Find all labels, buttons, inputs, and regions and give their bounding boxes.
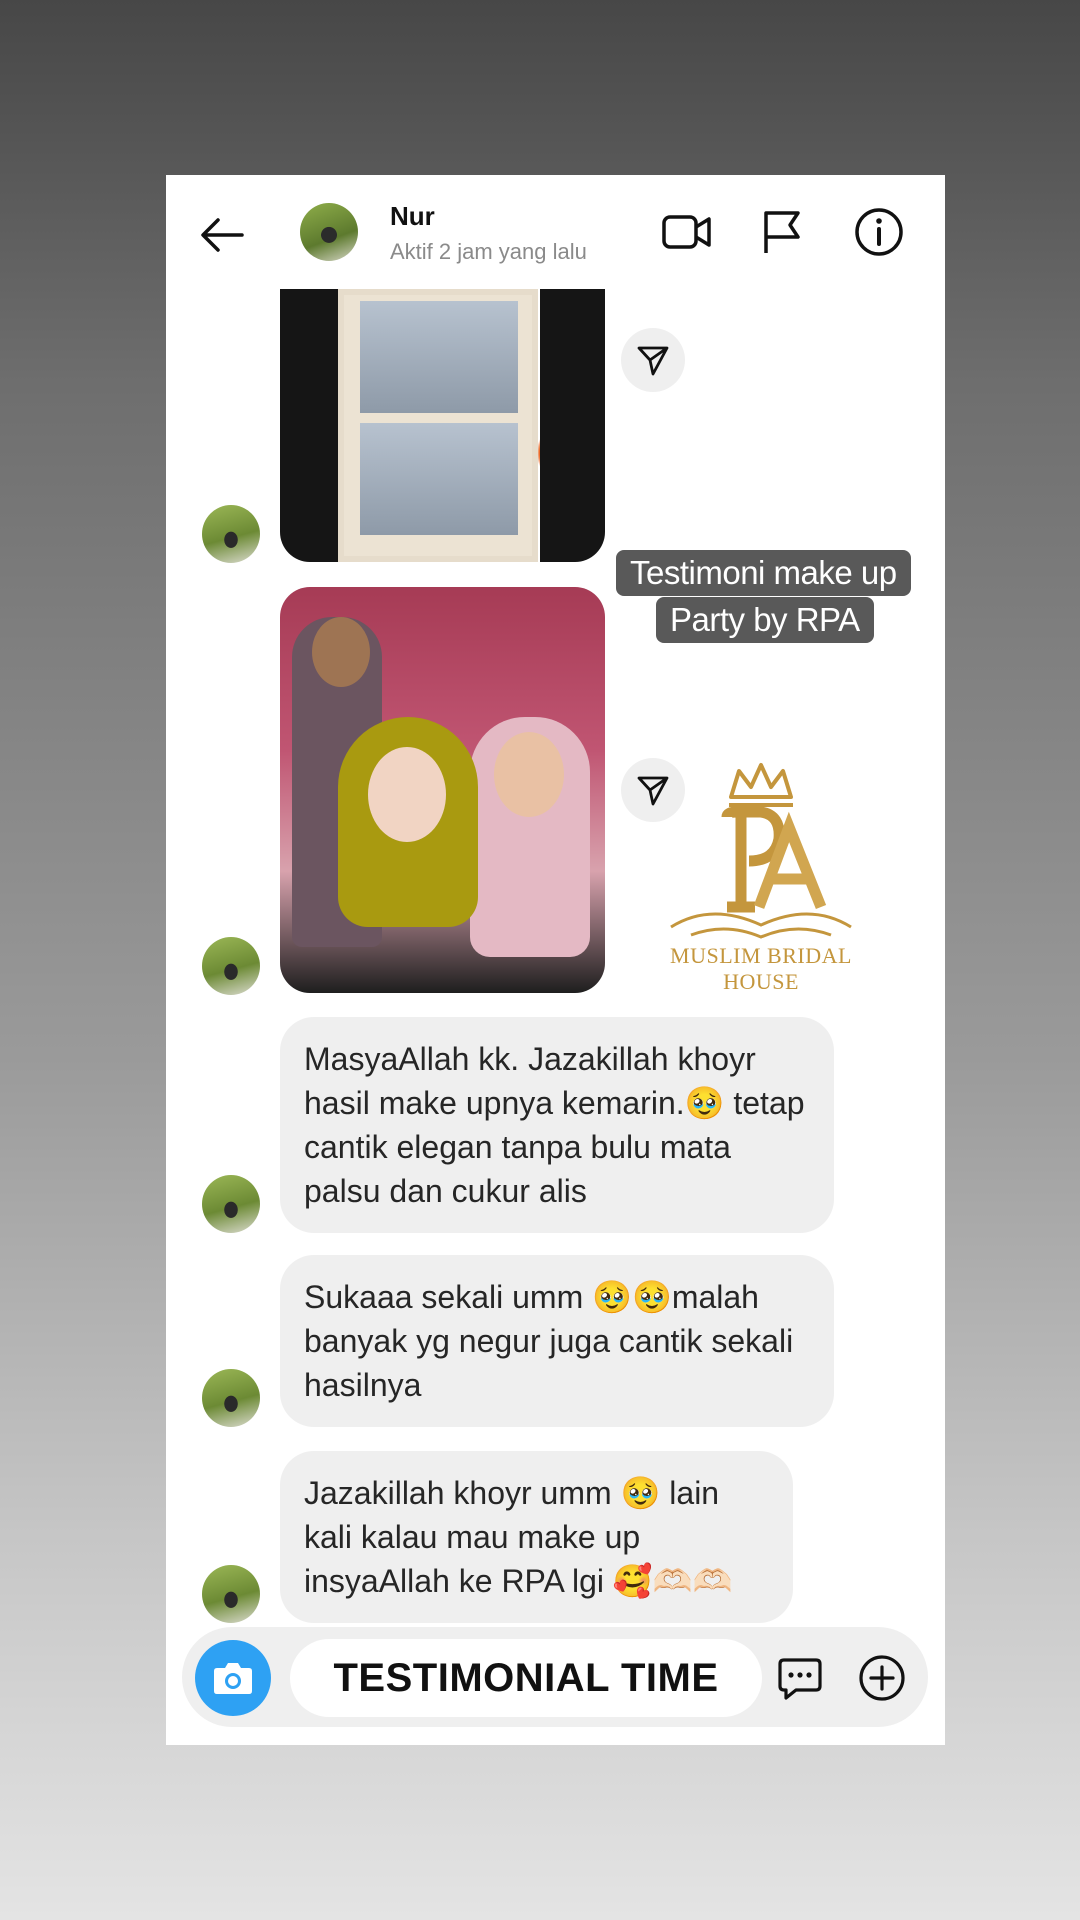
photobooth-frame-bottom — [360, 423, 518, 535]
photo-face-boy — [312, 617, 370, 687]
photo-message-photobooth[interactable] — [280, 289, 605, 562]
plus-circle-icon[interactable] — [856, 1652, 908, 1704]
sender-avatar[interactable] — [202, 505, 260, 563]
sender-avatar[interactable] — [202, 937, 260, 995]
photobooth-frame-top — [360, 301, 518, 413]
video-call-icon[interactable] — [660, 205, 714, 259]
story-caption-line1: Testimoni make up — [616, 550, 911, 596]
photo-face-center — [368, 747, 446, 842]
message-bubble[interactable]: MasyaAllah kk. Jazakillah khoyr hasil ma… — [280, 1017, 834, 1233]
message-input[interactable]: TESTIMONIAL TIME — [290, 1639, 762, 1717]
message-bubble[interactable]: Sukaaa sekali umm 🥹🥹malah banyak yg negu… — [280, 1255, 834, 1427]
camera-button[interactable] — [195, 1640, 271, 1716]
share-button[interactable] — [621, 328, 685, 392]
photo-message-group[interactable] — [280, 587, 605, 993]
sender-avatar[interactable] — [202, 1565, 260, 1623]
photobooth-strip — [338, 289, 538, 562]
info-icon[interactable] — [852, 205, 906, 259]
chat-header: Nur Aktif 2 jam yang lalu — [166, 175, 945, 289]
message-bubble[interactable]: Jazakillah khoyr umm 🥹 lain kali kalau m… — [280, 1451, 793, 1623]
flag-icon[interactable] — [756, 205, 810, 259]
camera-icon — [214, 1663, 252, 1694]
active-status: Aktif 2 jam yang lalu — [390, 239, 587, 264]
send-share-icon — [637, 346, 669, 376]
contact-avatar[interactable] — [300, 203, 358, 261]
logo-text: MUSLIM BRIDAL HOUSE — [670, 943, 852, 994]
sender-avatar[interactable] — [202, 1369, 260, 1427]
photo-face-right — [494, 732, 564, 817]
chat-screen: Nur Aktif 2 jam yang lalu Testimoni make… — [166, 175, 945, 1745]
story-caption-line2: Party by RPA — [656, 597, 874, 643]
sender-avatar[interactable] — [202, 1175, 260, 1233]
message-composer: TESTIMONIAL TIME — [182, 1627, 928, 1727]
sticker-chat-icon[interactable] — [774, 1652, 826, 1704]
back-arrow-icon[interactable] — [196, 209, 248, 261]
contact-name[interactable]: Nur — [390, 201, 435, 232]
